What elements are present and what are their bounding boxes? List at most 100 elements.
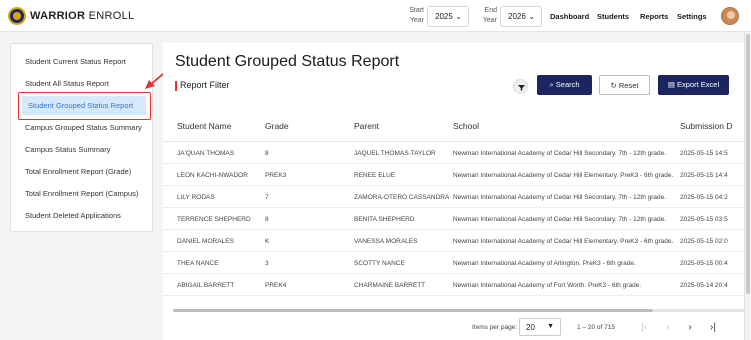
report-sidebar: Student Current Status Report Student Al… [10,43,153,232]
cell-submission-date: 2025-05-15 04:2 [680,194,728,201]
cell-submission-date: 2025-05-15 00:4 [680,260,728,267]
pagination-range: 1 – 20 of 715 [577,324,615,331]
start-year-label: Start Year [409,7,424,24]
nav-settings[interactable]: Settings [677,12,707,21]
column-header-parent[interactable]: Parent [354,121,379,131]
sidebar-item-student-all-status[interactable]: Student All Status Report [25,79,109,88]
horizontal-scrollbar-thumb[interactable] [173,309,653,312]
sidebar-item-student-current-status[interactable]: Student Current Status Report [25,57,126,66]
table-row[interactable]: TERRENCE SHEPHERD 8 BENITA SHEPHERD Newman … [163,208,751,230]
cell-grade: 8 [265,150,269,157]
search-button[interactable]: ⌕ Search [537,75,592,95]
cell-student-name: TERRENCE SHEPHERD [177,216,251,223]
brand-bold: WARRIOR [30,10,86,22]
column-header-student-name[interactable]: Student Name [177,121,231,131]
cell-student-name: JA'QUAN THOMAS [177,150,235,157]
nav-students[interactable]: Students [597,12,629,21]
end-year-label: End Year [482,7,497,24]
reset-button[interactable]: ↻ Reset [599,75,650,95]
filter-icon [518,85,525,91]
cell-student-name: ABIGAIL BARRETT [177,282,235,289]
sidebar-item-student-deleted[interactable]: Student Deleted Applications [25,211,121,220]
sidebar-item-total-enrollment-campus[interactable]: Total Enrollment Report (Campus) [25,189,138,198]
table-row[interactable]: JA'QUAN THOMAS 8 JAQUEL THOMAS-TAYLOR Newma… [163,142,751,164]
reset-button-label: Reset [618,81,639,90]
sidebar-item-label: Student Grouped Status Report [28,101,134,110]
cell-parent: SCOTTY NANCE [354,260,405,267]
cell-school: Newman International Academy of Cedar Hi… [453,238,674,245]
cell-student-name: DANIEL MORALES [177,238,234,245]
column-header-submission-date[interactable]: Submission D [680,121,732,131]
start-year-value: 2025 [435,12,453,21]
cell-submission-date: 2025-05-15 02:0 [680,238,728,245]
prev-page-icon[interactable]: ‹ [661,321,675,335]
chevron-down-icon: ⌄ [455,12,462,21]
app-brand[interactable]: WARRIOR ENROLL [30,10,134,22]
page-scrollbar-thumb[interactable] [746,34,750,294]
user-avatar[interactable] [721,7,739,25]
table-row[interactable]: DANIEL MORALES K VANESSA MORALES Newman Int… [163,230,751,252]
search-button-label: Search [555,80,580,89]
cell-parent: BENITA SHEPHERD [354,216,415,223]
cell-school: Newman International Academy of Arlingto… [453,260,636,267]
table-row[interactable]: ABIGAIL BARRETT PREK4 CHARMAINE BARRETT New… [163,274,751,296]
sidebar-item-campus-grouped-status[interactable]: Campus Grouped Status Summary [25,123,142,132]
nav-dashboard[interactable]: Dashboard [550,12,589,21]
items-per-page-select[interactable]: 20 ▼ [519,318,561,336]
filter-toggle-button[interactable] [513,79,528,94]
search-icon: ⌕ [549,80,554,89]
cell-submission-date: 2025-05-15 14:5 [680,150,728,157]
items-per-page-label: Items per page: [472,324,518,331]
cell-grade: 3 [265,260,269,267]
next-page-icon[interactable]: › [683,321,697,335]
last-page-icon[interactable]: ›| [706,321,720,335]
cell-grade: K [265,238,270,245]
cell-school: Newman International Academy of Cedar Hi… [453,194,667,201]
cell-school: Newman International Academy of Cedar Hi… [453,150,667,157]
export-excel-button[interactable]: ▤ Export Excel [658,75,729,95]
highlight-box: Student Grouped Status Report [18,92,151,120]
cell-grade: PREK3 [265,172,287,179]
table-row[interactable]: LILY RODAS 7 ZAMORA-OTERO CASSANDRA Newman … [163,186,751,208]
cell-submission-date: 2025-05-14 20:4 [680,282,728,289]
cell-grade: 7 [265,194,269,201]
cell-student-name: THEA NANCE [177,260,219,267]
cell-grade: 8 [265,216,269,223]
top-navbar: WARRIOR ENROLL Start Year 2025 ⌄ End Year … [0,0,751,32]
chevron-down-icon: ⌄ [528,12,535,21]
cell-submission-date: 2025-05-15 14:4 [680,172,728,179]
column-header-school[interactable]: School [453,121,479,131]
column-header-grade[interactable]: Grade [265,121,289,131]
first-page-icon[interactable]: |‹ [637,321,651,335]
filter-accent-bar [175,81,177,91]
sidebar-item-campus-status-summary[interactable]: Campus Status Summary [25,145,110,154]
start-year-select[interactable]: 2025 ⌄ [427,6,469,27]
cell-school: Newman International Academy of Fort Wor… [453,282,642,289]
cell-parent: JAQUEL THOMAS-TAYLOR [354,150,436,157]
cell-submission-date: 2025-05-15 03:5 [680,216,728,223]
cell-school: Newman International Academy of Cedar Hi… [453,216,667,223]
main-content: Student Grouped Status Report Report Fil… [163,43,751,340]
sidebar-item-total-enrollment-grade[interactable]: Total Enrollment Report (Grade) [25,167,131,176]
table-body: JA'QUAN THOMAS 8 JAQUEL THOMAS-TAYLOR Newma… [163,142,751,310]
brand-rest: ENROLL [85,10,135,22]
nav-reports[interactable]: Reports [640,12,668,21]
filter-label: Report Filter [180,80,230,90]
cell-student-name: LILY RODAS [177,194,215,201]
end-year-select[interactable]: 2026 ⌄ [500,6,542,27]
cell-parent: VANESSA MORALES [354,238,418,245]
cell-parent: RENEE ELUE [354,172,396,179]
table-row[interactable]: LEON KACHI-NWADOR PREK3 RENEE ELUE Newman I… [163,164,751,186]
sidebar-item-student-grouped-status[interactable]: Student Grouped Status Report [22,96,146,115]
file-icon: ▤ [667,80,675,89]
export-button-label: Export Excel [677,80,720,89]
cell-parent: CHARMAINE BARRETT [354,282,426,289]
table-row[interactable]: THEA NANCE 3 SCOTTY NANCE Newman Internatio… [163,252,751,274]
warrior-logo-icon[interactable] [8,7,26,25]
page-title: Student Grouped Status Report [175,53,400,70]
cell-grade: PREK4 [265,282,287,289]
cell-parent: ZAMORA-OTERO CASSANDRA [354,194,450,201]
items-per-page-value: 20 [526,323,535,332]
refresh-icon: ↻ [610,81,617,90]
end-year-value: 2026 [508,12,526,21]
